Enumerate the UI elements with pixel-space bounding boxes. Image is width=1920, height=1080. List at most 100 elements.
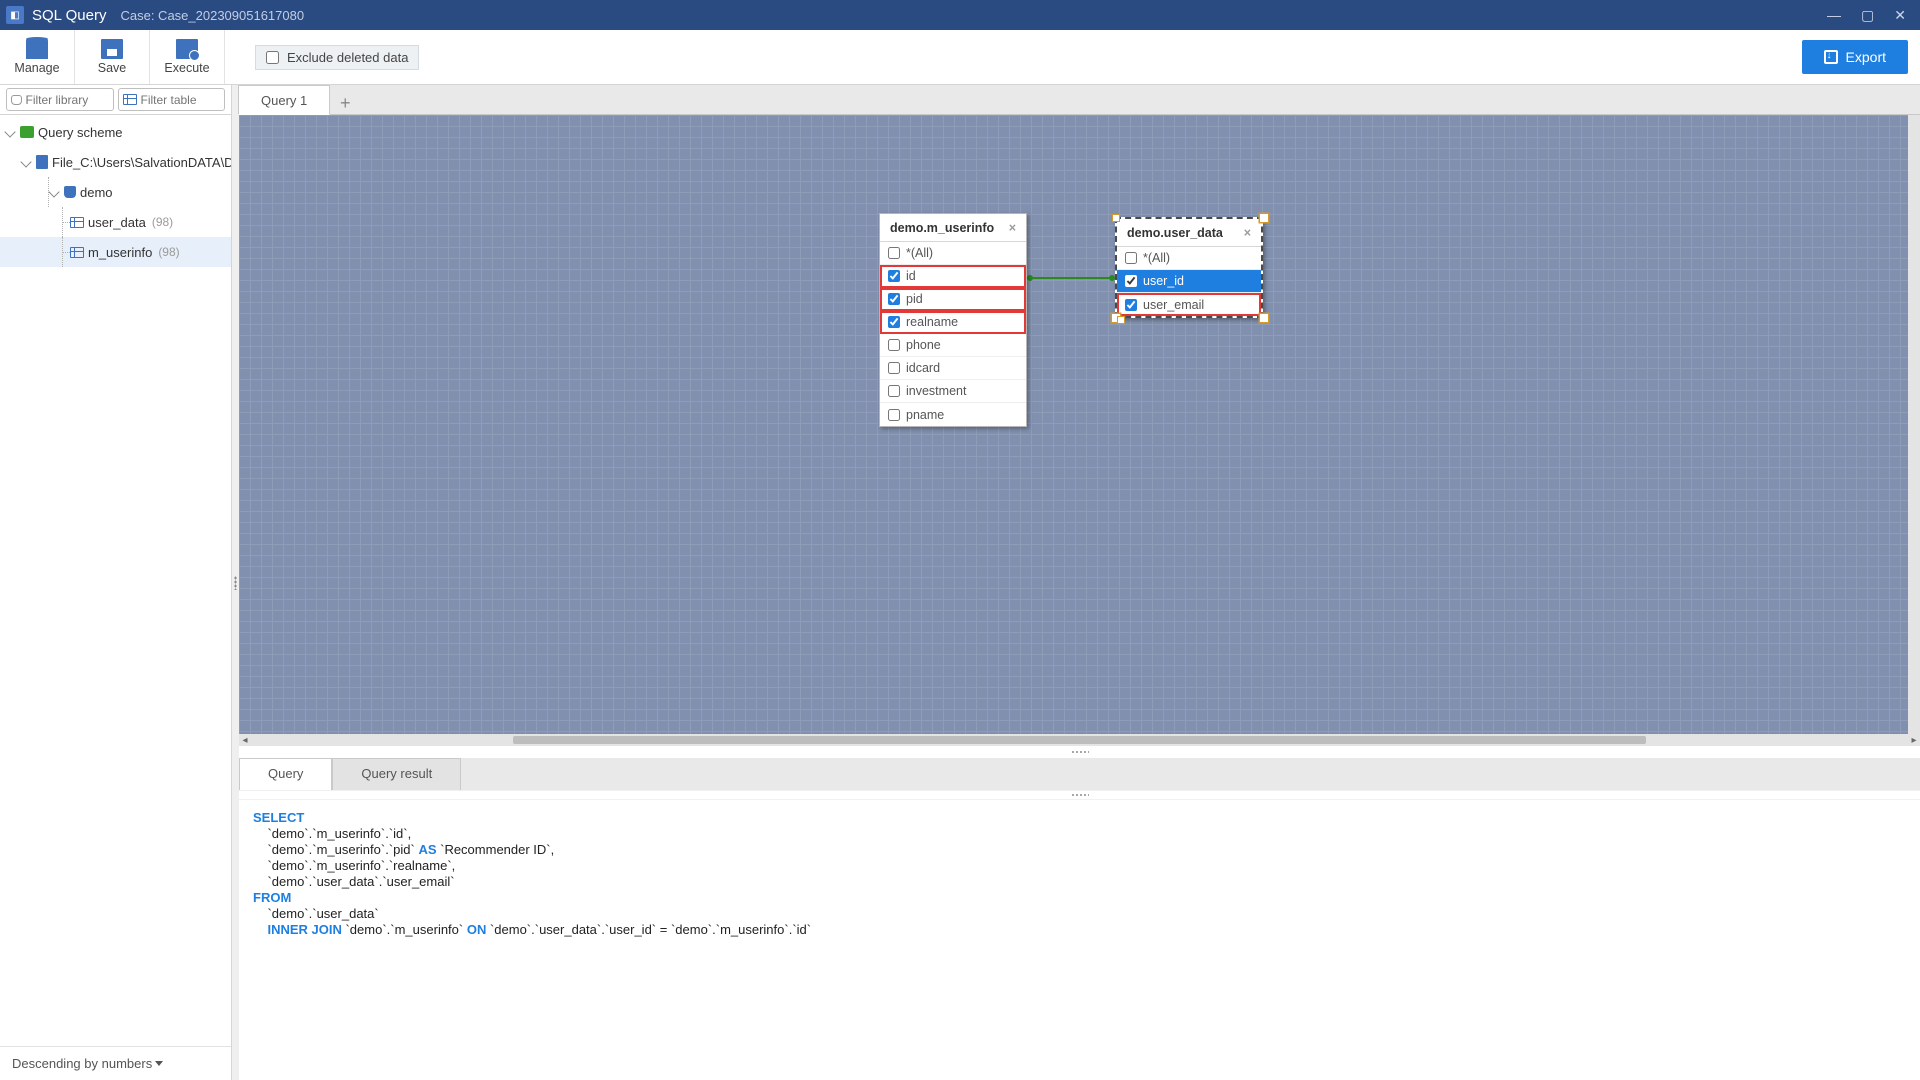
scheme-icon: [20, 126, 34, 138]
table-node-header[interactable]: demo.user_data ×: [1117, 219, 1261, 247]
table-icon: [70, 217, 84, 228]
table-node-title: demo.m_userinfo: [890, 221, 994, 235]
sql-keyword: SELECT: [253, 810, 304, 825]
maximize-icon[interactable]: ▢: [1861, 7, 1874, 24]
tree-item-table[interactable]: user_data (98): [0, 207, 231, 237]
scrollbar-thumb[interactable]: [513, 736, 1646, 744]
column-checkbox[interactable]: [1125, 299, 1137, 311]
filter-library-input[interactable]: [26, 93, 109, 107]
execute-button[interactable]: Execute: [150, 30, 225, 84]
join-connector[interactable]: [1027, 275, 1115, 280]
chevron-down-icon: [20, 156, 31, 167]
tab-label: Query: [268, 766, 303, 781]
column-row[interactable]: *(All): [880, 242, 1026, 265]
save-label: Save: [98, 61, 127, 75]
add-tab-button[interactable]: +: [330, 93, 360, 114]
sidebar-resize-handle[interactable]: [232, 85, 239, 1080]
export-button[interactable]: Export: [1802, 40, 1908, 74]
column-label: user_id: [1143, 274, 1184, 288]
scroll-right-icon[interactable]: ▸: [1908, 735, 1920, 746]
caret-down-icon: [155, 1061, 163, 1066]
execute-label: Execute: [164, 61, 209, 75]
app-name: SQL Query: [32, 7, 106, 24]
sql-editor[interactable]: SELECT `demo`.`m_userinfo`.`id`, `demo`.…: [239, 800, 1920, 1080]
column-checkbox[interactable]: [888, 270, 900, 282]
sql-text: `demo`.`m_userinfo`.`realname`,: [253, 858, 455, 873]
sidebar-sort-button[interactable]: Descending by numbers: [0, 1046, 231, 1080]
diagram-canvas[interactable]: demo.m_userinfo × *(All)idpidrealnamepho…: [239, 115, 1920, 746]
column-checkbox[interactable]: [888, 247, 900, 259]
database-icon: [26, 39, 48, 59]
column-row[interactable]: *(All): [1117, 247, 1261, 270]
window-controls: — ▢ ✕: [1827, 7, 1914, 24]
column-checkbox[interactable]: [888, 316, 900, 328]
column-checkbox[interactable]: [888, 409, 900, 421]
sql-text: `demo`.`user_data`: [253, 906, 379, 921]
vertical-scrollbar[interactable]: [1908, 115, 1920, 734]
save-button[interactable]: Save: [75, 30, 150, 84]
column-label: investment: [906, 384, 966, 398]
filter-table-input[interactable]: [141, 93, 221, 107]
column-checkbox[interactable]: [1125, 252, 1137, 264]
tree-item-file[interactable]: File_C:\Users\SalvationDATA\De...: [0, 147, 231, 177]
sidebar-filter-row: [0, 85, 231, 115]
tab-query[interactable]: Query: [239, 758, 332, 790]
canvas-resize-handle[interactable]: [239, 746, 1920, 758]
column-row[interactable]: user_id: [1117, 270, 1261, 293]
export-label: Export: [1846, 49, 1886, 65]
grip-icon: [1071, 750, 1089, 754]
table-icon: [123, 94, 137, 105]
row-count: (98): [158, 245, 179, 259]
filter-table-box[interactable]: [118, 88, 226, 111]
tab-label: Query result: [361, 766, 432, 781]
horizontal-scrollbar[interactable]: ◂ ▸: [239, 734, 1920, 746]
sql-keyword: AS: [418, 842, 436, 857]
table-node-user_data[interactable]: demo.user_data × *(All) user_id user_email: [1115, 217, 1263, 318]
column-checkbox[interactable]: [1125, 275, 1137, 287]
scroll-left-icon[interactable]: ◂: [239, 735, 251, 746]
result-resize-handle[interactable]: [239, 790, 1920, 800]
sql-text: `demo`.`m_userinfo`: [342, 922, 467, 937]
scheme-label: Query scheme: [38, 125, 123, 140]
exclude-deleted-toggle[interactable]: Exclude deleted data: [255, 45, 419, 70]
column-checkbox[interactable]: [888, 339, 900, 351]
database-icon: [64, 186, 76, 198]
column-row[interactable]: phone: [880, 334, 1026, 357]
close-icon[interactable]: ×: [1244, 226, 1251, 240]
close-icon[interactable]: ×: [1009, 221, 1016, 235]
file-icon: [36, 155, 48, 169]
result-tabs: Query Query result: [239, 758, 1920, 790]
query-tabs: Query 1 +: [239, 85, 1920, 115]
column-label: pname: [906, 408, 944, 422]
cylinder-icon: [11, 95, 22, 105]
column-label: idcard: [906, 361, 940, 375]
tree-item-table[interactable]: m_userinfo (98): [0, 237, 231, 267]
column-checkbox[interactable]: [888, 293, 900, 305]
tab-query-1[interactable]: Query 1: [238, 85, 330, 115]
column-checkbox[interactable]: [888, 385, 900, 397]
case-label: Case: Case_202309051617080: [120, 8, 304, 23]
table-name: m_userinfo: [88, 245, 152, 260]
tab-query-result[interactable]: Query result: [332, 758, 461, 790]
column-row[interactable]: pid: [880, 288, 1026, 311]
close-icon[interactable]: ✕: [1894, 7, 1906, 24]
exclude-deleted-label: Exclude deleted data: [287, 50, 408, 65]
table-icon: [70, 247, 84, 258]
column-row[interactable]: realname: [880, 311, 1026, 334]
column-row[interactable]: id: [880, 265, 1026, 288]
filter-library-box[interactable]: [6, 88, 114, 111]
column-row[interactable]: pname: [880, 403, 1026, 426]
table-name: user_data: [88, 215, 146, 230]
minimize-icon[interactable]: —: [1827, 7, 1841, 24]
exclude-deleted-checkbox[interactable]: [266, 51, 279, 64]
column-checkbox[interactable]: [888, 362, 900, 374]
table-node-header[interactable]: demo.m_userinfo ×: [880, 214, 1026, 242]
table-node-m_userinfo[interactable]: demo.m_userinfo × *(All)idpidrealnamepho…: [879, 213, 1027, 427]
manage-button[interactable]: Manage: [0, 30, 75, 84]
column-row[interactable]: investment: [880, 380, 1026, 403]
column-row[interactable]: idcard: [880, 357, 1026, 380]
tree-item-database[interactable]: demo: [0, 177, 231, 207]
main-toolbar: Manage Save Execute Exclude deleted data…: [0, 30, 1920, 85]
tree-item-scheme[interactable]: Query scheme: [0, 117, 231, 147]
column-row[interactable]: user_email: [1117, 293, 1261, 316]
